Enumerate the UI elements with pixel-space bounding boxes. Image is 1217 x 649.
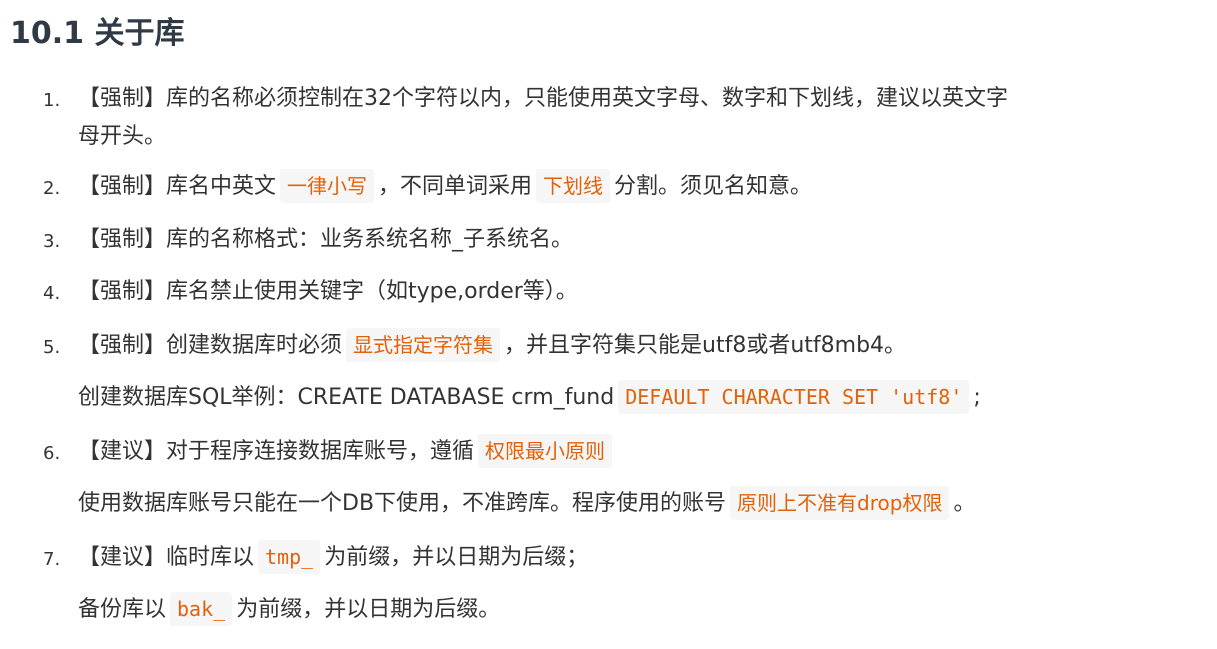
rule-number-5: 5. — [43, 337, 61, 358]
rule-text-3: 【强制】库的名称格式：业务系统名称_子系统名。 — [78, 227, 574, 252]
rule-5-suffix: ，并且字符集只能是utf8或者utf8mb4。 — [504, 333, 907, 358]
rule-7-suffix: 为前缀，并以日期为后缀； — [324, 545, 589, 570]
section-number: 10.1 — [10, 16, 85, 51]
rule-text-7: 【建议】临时库以 tmp_ 为前缀，并以日期为后缀； — [78, 539, 588, 577]
rule-5-code-charset: 显式指定字符集 — [346, 328, 501, 362]
rule-5-example-suffix: ; — [973, 385, 981, 410]
rule-5-prefix: 【强制】创建数据库时必须 — [78, 333, 343, 358]
rule-number-3: 3. — [43, 231, 61, 252]
rule-6-note-code: 原则上不准有drop权限 — [730, 486, 950, 520]
rule-7-code-tmp: tmp_ — [258, 540, 321, 574]
rule-number-7: 7. — [43, 549, 61, 570]
rule-2-middle: ，不同单词采用 — [378, 174, 533, 199]
rule-number-4: 4. — [43, 283, 61, 304]
rule-number-6: 6. — [43, 443, 61, 464]
rule-6-note: 使用数据库账号只能在一个DB下使用，不准跨库。程序使用的账号 原则上不准有drop… — [78, 485, 975, 523]
rule-2-code-lowercase: 一律小写 — [280, 169, 375, 203]
rule-7-note-suffix: 为前缀，并以日期为后缀。 — [236, 597, 501, 622]
rule-7-note-code: bak_ — [170, 592, 233, 626]
rule-7-note-prefix: 备份库以 — [78, 597, 167, 622]
rule-6-prefix: 【建议】对于程序连接数据库账号，遵循 — [78, 439, 475, 464]
rule-2-prefix: 【强制】库名中英文 — [78, 174, 277, 199]
rule-6-note-suffix: 。 — [953, 491, 976, 516]
rule-7-prefix: 【建议】临时库以 — [78, 545, 255, 570]
rule-text-1-continued: 母开头。 — [78, 124, 167, 149]
rule-5-example-code: DEFAULT CHARACTER SET 'utf8' — [618, 380, 970, 414]
rule-5-example-prefix: 创建数据库SQL举例：CREATE DATABASE crm_fund — [78, 385, 615, 410]
rule-6-note-prefix: 使用数据库账号只能在一个DB下使用，不准跨库。程序使用的账号 — [78, 491, 727, 516]
rule-5-example: 创建数据库SQL举例：CREATE DATABASE crm_fund DEFAU… — [78, 379, 981, 417]
rule-number-1: 1. — [43, 90, 61, 111]
rule-2-code-underscore: 下划线 — [536, 169, 611, 203]
rule-text-4: 【强制】库名禁止使用关键字（如type,order等）。 — [78, 279, 578, 304]
rule-2-suffix: 分割。须见名知意。 — [614, 174, 813, 199]
rule-number-2: 2. — [43, 178, 61, 199]
rule-7-note: 备份库以 bak_ 为前缀，并以日期为后缀。 — [78, 591, 500, 629]
section-heading: 10.1 关于库 — [10, 12, 184, 56]
rule-6-code-least-privilege: 权限最小原则 — [478, 434, 613, 468]
rule-text-6: 【建议】对于程序连接数据库账号，遵循 权限最小原则 — [78, 433, 616, 471]
rule-text-2: 【强制】库名中英文 一律小写 ，不同单词采用 下划线 分割。须见名知意。 — [78, 168, 812, 206]
rule-text-1: 【强制】库的名称必须控制在32个字符以内，只能使用英文字母、数字和下划线，建议以… — [78, 86, 1008, 111]
rule-text-5: 【强制】创建数据库时必须 显式指定字符集 ，并且字符集只能是utf8或者utf8mb… — [78, 327, 906, 365]
section-title: 关于库 — [94, 16, 185, 51]
